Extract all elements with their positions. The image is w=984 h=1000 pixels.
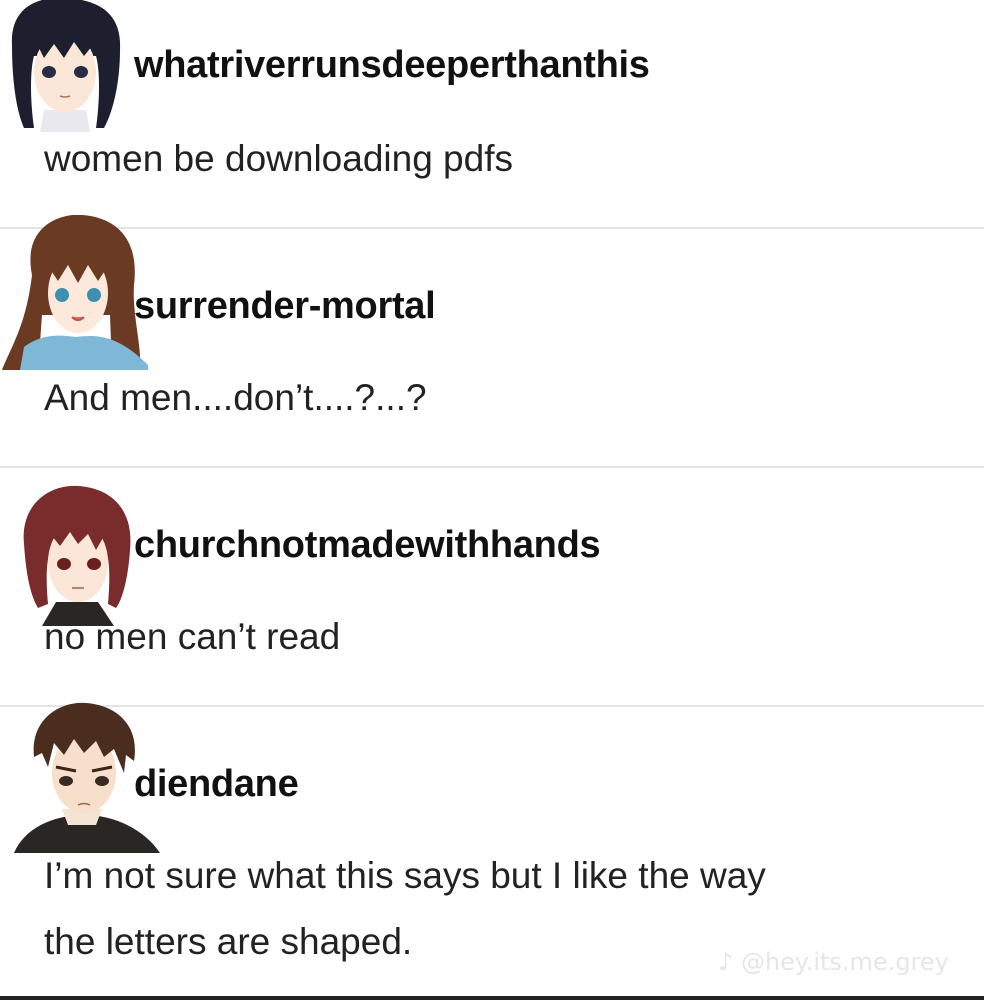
post-body-text: And men....don’t....?...?	[44, 377, 427, 418]
watermark: ♪ @hey.its.me.grey	[718, 948, 949, 976]
post-surrender-mortal: surrender-mortal And men....don’t....?..…	[0, 215, 984, 467]
post-username[interactable]: churchnotmadewithhands	[134, 524, 601, 567]
red-haired-girl-avatar[interactable]	[18, 484, 136, 626]
post-churchnotmadewithhands: churchnotmadewithhands no men can’t read	[0, 468, 984, 706]
bottom-border	[0, 996, 984, 1000]
post-username[interactable]: surrender-mortal	[134, 285, 436, 328]
post-body-text-line1: I’m not sure what this says but I like t…	[44, 855, 766, 896]
post-body-text: women be downloading pdfs	[44, 138, 513, 179]
post-body-text: no men can’t read	[44, 616, 341, 657]
post-body-text-line2: the letters are shaped.	[44, 921, 413, 962]
dark-haired-girl-avatar[interactable]	[4, 0, 126, 132]
brown-haired-girl-avatar[interactable]	[2, 215, 152, 370]
post-username[interactable]: whatriverrunsdeeperthanthis	[134, 44, 650, 87]
post-whatriverrunsdeeperthanthis: whatriverrunsdeeperthanthis women be dow…	[0, 0, 984, 228]
post-username[interactable]: diendane	[134, 763, 299, 806]
